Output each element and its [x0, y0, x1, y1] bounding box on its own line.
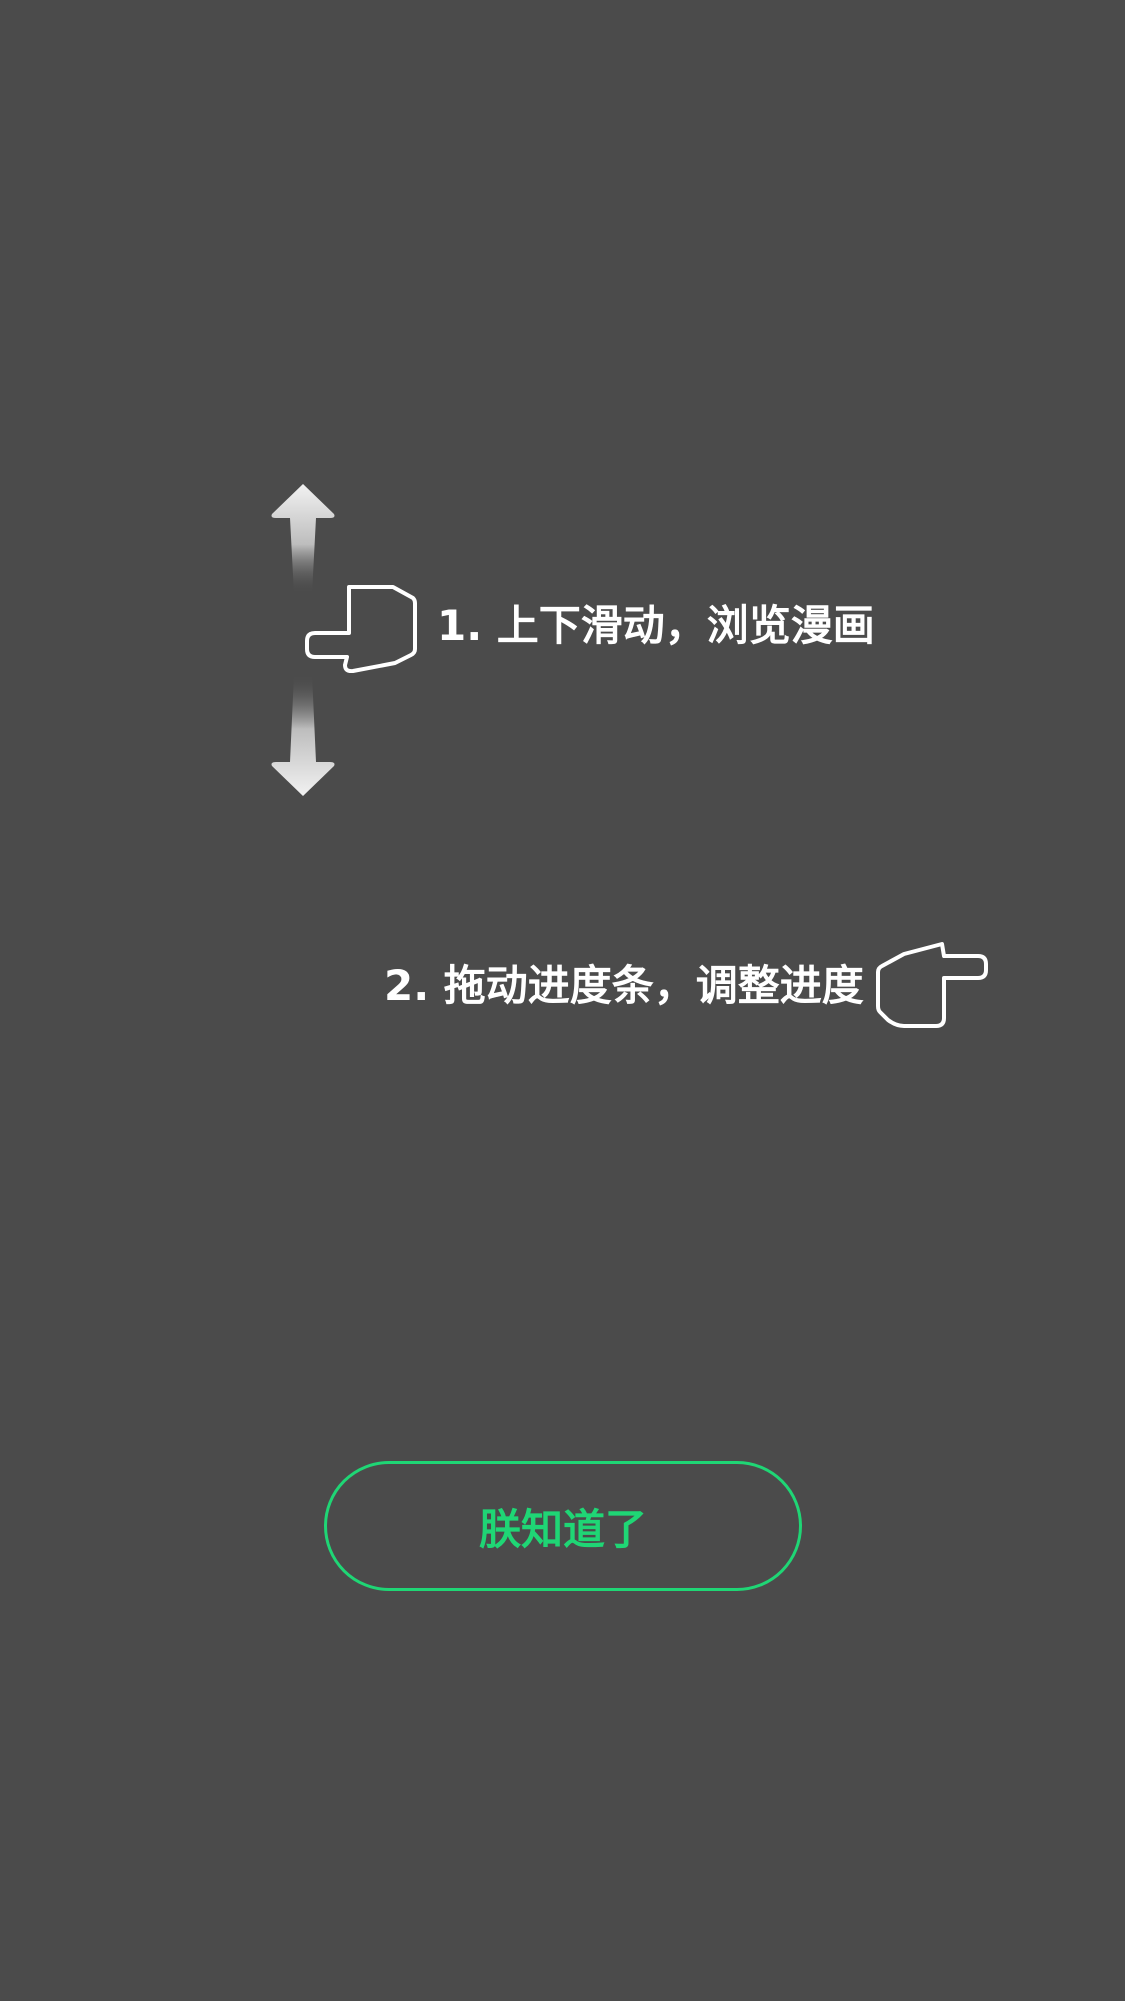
pointing-hand-left-icon [305, 585, 417, 673]
guide-overlay: 1. 上下滑动，浏览漫画 2. 拖动进度条，调整进度 朕知道了 [0, 0, 1125, 2001]
tip-scroll-text: 1. 上下滑动，浏览漫画 [437, 601, 875, 650]
got-it-button[interactable]: 朕知道了 [324, 1461, 802, 1591]
pointing-hand-right-icon [876, 942, 988, 1028]
tip-progress-text: 2. 拖动进度条，调整进度 [384, 961, 864, 1010]
